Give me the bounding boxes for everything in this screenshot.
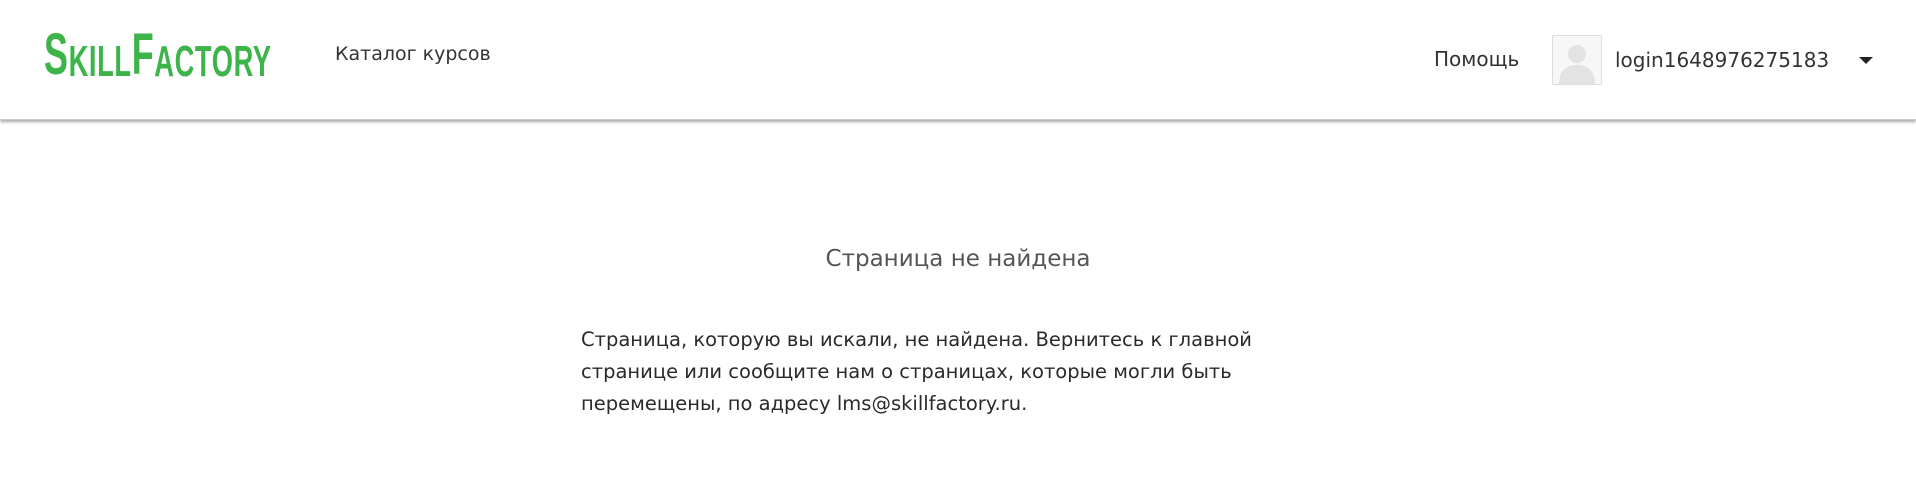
skillfactory-logo[interactable]: S KILL F ACTORY (44, 22, 272, 87)
avatar-silhouette (1553, 36, 1601, 84)
top-header: S KILL F ACTORY Каталог курсов Помощь login… (0, 0, 1916, 120)
user-menu[interactable]: login1648976275183 (1552, 33, 1874, 87)
logo-letters-actory: ACTORY (154, 37, 272, 86)
logo-letter-f: F (131, 22, 155, 87)
user-avatar-placeholder-icon[interactable] (1552, 35, 1602, 85)
page-title: Страница не найдена (825, 246, 1091, 272)
help-link[interactable]: Помощь (1434, 47, 1519, 71)
course-catalog-link[interactable]: Каталог курсов (335, 43, 491, 65)
caret-down-icon[interactable] (1859, 56, 1874, 64)
logo-letters-kill: KILL (68, 37, 132, 86)
not-found-message: Страница, которую вы искали, не найдена.… (581, 328, 1252, 415)
logo-letter-s: S (44, 22, 69, 87)
username[interactable]: login1648976275183 (1615, 48, 1829, 72)
